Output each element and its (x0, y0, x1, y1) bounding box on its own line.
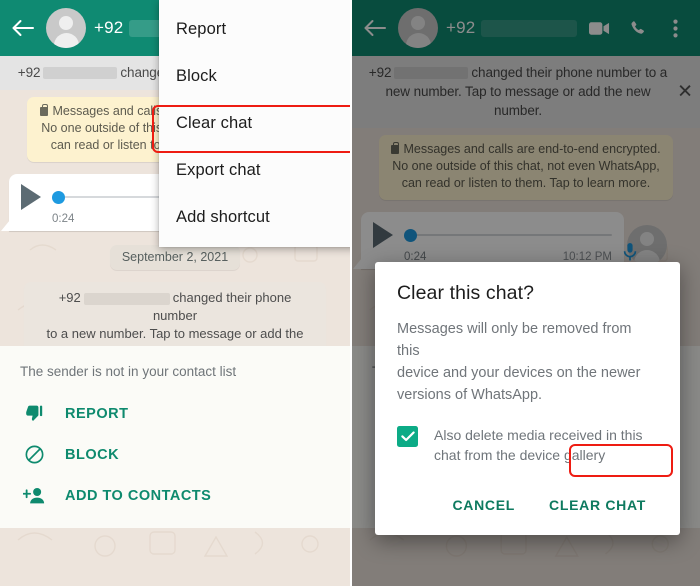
checkmark-icon (400, 431, 415, 442)
block-label: BLOCK (65, 446, 120, 463)
left-panel-menu-open: +92 +92changed their phone number to a ✕… (0, 0, 350, 586)
report-label: REPORT (65, 405, 129, 422)
menu-item-add-shortcut[interactable]: Add shortcut (159, 194, 350, 241)
menu-item-export-chat[interactable]: Export chat (159, 147, 350, 194)
thumbs-down-icon (22, 403, 47, 424)
redacted-sysbubble-digits (83, 292, 170, 305)
cancel-button[interactable]: CANCEL (441, 489, 528, 521)
play-icon[interactable] (21, 184, 41, 210)
screenshot-root: +92 +92changed their phone number to a ✕… (0, 0, 700, 586)
dialog-body-line3: versions of WhatsApp. (397, 387, 543, 403)
sender-not-in-contacts-note: The sender is not in your contact list (20, 364, 237, 379)
bottom-wallpaper-strip (0, 528, 350, 586)
dialog-body: Messages will only be removed from this … (397, 318, 658, 406)
checkbox-label-line2: chat from the device gallery (434, 447, 606, 463)
clear-chat-dialog: Clear this chat? Messages will only be r… (375, 262, 680, 535)
contact-avatar-icon[interactable] (46, 8, 86, 48)
report-action[interactable]: REPORT (0, 393, 350, 434)
add-to-contacts-label: ADD TO CONTACTS (65, 487, 212, 504)
right-panel-dialog-open: +92 +92 changed their phone number to a n… (350, 0, 700, 586)
menu-item-report[interactable]: Report (159, 6, 350, 53)
voice-duration: 0:24 (52, 213, 75, 225)
delete-media-checkbox-row[interactable]: Also delete media received in this chat … (397, 425, 658, 465)
add-person-icon (22, 485, 47, 506)
clear-chat-confirm-button[interactable]: CLEAR CHAT (537, 489, 658, 521)
dialog-body-line2: device and your devices on the newer (397, 365, 641, 381)
redacted-banner-digits (43, 67, 118, 80)
overflow-menu: Report Block Clear chat Export chat Add … (159, 0, 350, 247)
add-to-contacts-action[interactable]: ADD TO CONTACTS (0, 475, 350, 516)
dialog-buttons: CANCEL CLEAR CHAT (397, 489, 658, 525)
unknown-sender-action-sheet: The sender is not in your contact list R… (0, 346, 350, 528)
menu-item-block[interactable]: Block (159, 53, 350, 100)
date-separator: September 2, 2021 (9, 245, 341, 270)
delete-media-checkbox-label: Also delete media received in this chat … (434, 425, 643, 465)
back-button[interactable] (8, 13, 38, 43)
lock-icon (40, 104, 49, 116)
block-action[interactable]: BLOCK (0, 434, 350, 475)
dialog-title: Clear this chat? (397, 282, 535, 304)
sysbubble-line1: changed their phone number (152, 290, 292, 323)
delete-media-checkbox[interactable] (397, 426, 418, 447)
menu-item-clear-chat[interactable]: Clear chat (159, 100, 350, 147)
block-icon (22, 444, 47, 465)
date-chip-label: September 2, 2021 (109, 245, 241, 270)
banner-prefix: +92 (17, 65, 41, 80)
sysbubble-prefix: +92 (58, 290, 81, 305)
seek-knob[interactable] (52, 190, 65, 204)
dialog-body-line1: Messages will only be removed from this (397, 321, 632, 359)
arrow-left-icon (12, 20, 34, 36)
contact-phone-number: +92 (94, 18, 124, 37)
checkbox-label-line1: Also delete media received in this (434, 427, 643, 443)
